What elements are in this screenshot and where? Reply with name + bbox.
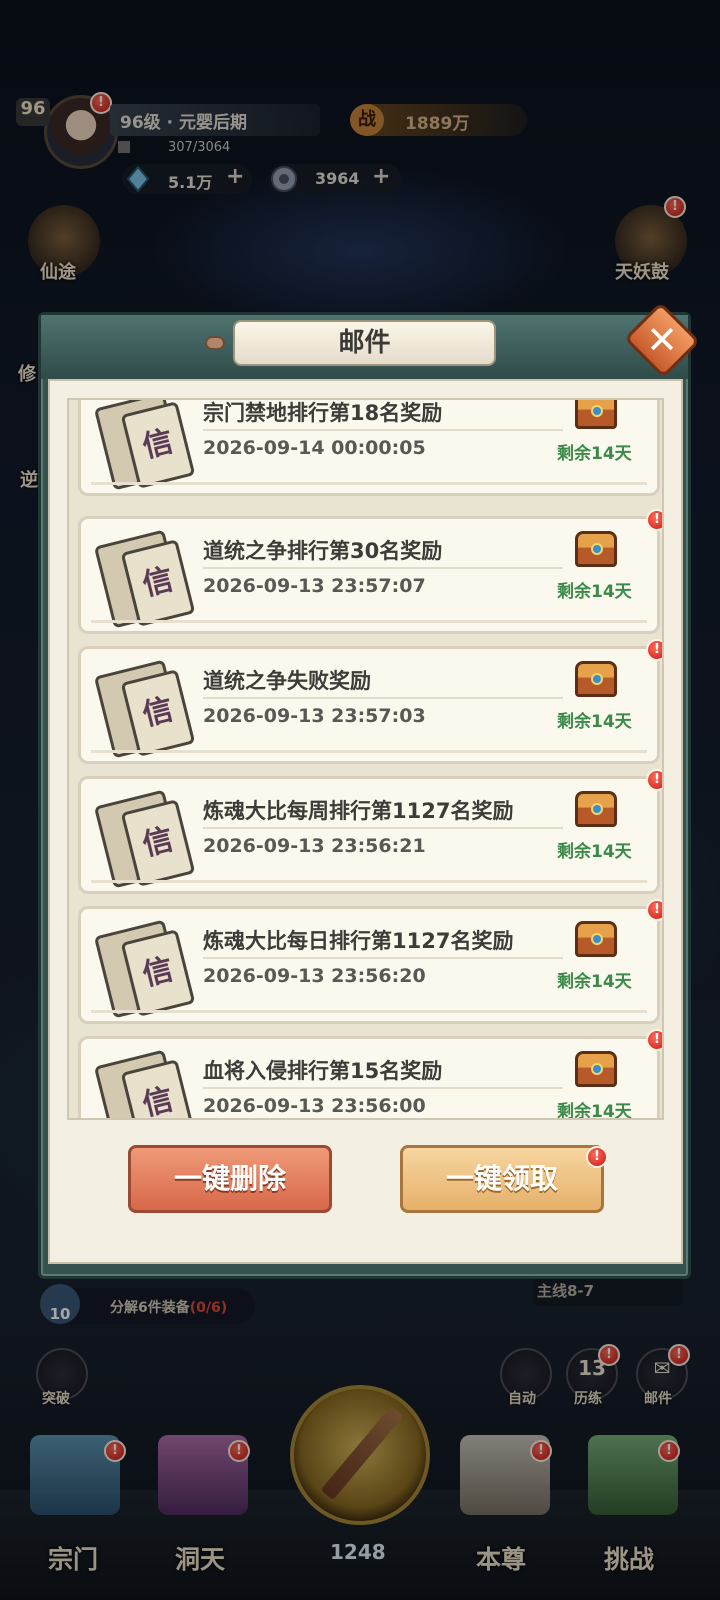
mail-divider [203, 567, 563, 569]
chest-gem [591, 673, 603, 685]
chest-gem [591, 933, 603, 945]
mail-list[interactable]: 信 宗门禁地排行第18名奖励 2026-09-14 00:00:05 剩余14天… [67, 398, 664, 1120]
mail-title: 炼魂大比每日排行第1127名奖励 [203, 929, 514, 953]
mail-rail [91, 750, 647, 753]
mail-divider [203, 429, 563, 431]
mail-item[interactable]: 信 炼魂大比每日排行第1127名奖励 2026-09-13 23:56:20 剩… [78, 899, 662, 1024]
mail-title: 宗门禁地排行第18名奖励 [203, 401, 443, 425]
chest-gem [591, 803, 603, 815]
mail-date: 2026-09-14 00:00:05 [203, 437, 426, 459]
mail-rail [91, 880, 647, 883]
mail-remaining: 剩余14天 [557, 972, 632, 992]
mail-title: 炼魂大比每周排行第1127名奖励 [203, 799, 514, 823]
mail-rail [91, 1010, 647, 1013]
claim-all-alert-dot: ! [586, 1146, 608, 1168]
close-icon[interactable]: ✕ [634, 314, 690, 366]
mail-date: 2026-09-13 23:57:07 [203, 575, 426, 597]
mail-item[interactable]: 信 宗门禁地排行第18名奖励 2026-09-14 00:00:05 剩余14天 [78, 400, 660, 496]
mail-date: 2026-09-13 23:56:00 [203, 1095, 426, 1117]
chest-gem [591, 405, 603, 417]
title-scroll-knob-left [205, 336, 225, 350]
mail-divider [203, 827, 563, 829]
mail-date: 2026-09-13 23:56:20 [203, 965, 426, 987]
mail-divider [203, 697, 563, 699]
mail-remaining: 剩余14天 [557, 582, 632, 602]
mail-rail [91, 482, 647, 485]
mail-unread-dot: ! [646, 1029, 662, 1051]
mail-unread-dot: ! [646, 769, 662, 791]
mail-remaining: 剩余14天 [557, 842, 632, 862]
chest-gem [591, 543, 603, 555]
mail-unread-dot: ! [646, 899, 662, 921]
mail-dialog-title: 邮件 [233, 320, 496, 366]
mail-rail [91, 620, 647, 623]
mail-divider [203, 1087, 563, 1089]
mail-unread-dot: ! [646, 639, 662, 661]
mail-date: 2026-09-13 23:56:21 [203, 835, 426, 857]
claim-all-button[interactable]: 一键领取 [400, 1145, 604, 1213]
mail-divider [203, 957, 563, 959]
mail-title: 道统之争失败奖励 [203, 669, 371, 693]
chest-gem [591, 1063, 603, 1075]
mail-title: 道统之争排行第30名奖励 [203, 539, 443, 563]
mail-item[interactable]: 信 道统之争失败奖励 2026-09-13 23:57:03 剩余14天 ! [78, 639, 662, 764]
mail-date: 2026-09-13 23:57:03 [203, 705, 426, 727]
mail-item[interactable]: 信 血将入侵排行第15名奖励 2026-09-13 23:56:00 剩余14天… [78, 1029, 662, 1120]
mail-remaining: 剩余14天 [557, 444, 632, 464]
mail-remaining: 剩余14天 [557, 712, 632, 732]
mail-item[interactable]: 信 道统之争排行第30名奖励 2026-09-13 23:57:07 剩余14天… [78, 509, 662, 634]
mail-item[interactable]: 信 炼魂大比每周排行第1127名奖励 2026-09-13 23:56:21 剩… [78, 769, 662, 894]
mail-remaining: 剩余14天 [557, 1102, 632, 1120]
mail-title: 血将入侵排行第15名奖励 [203, 1059, 443, 1083]
delete-all-button[interactable]: 一键删除 [128, 1145, 332, 1213]
mail-unread-dot: ! [646, 509, 662, 531]
